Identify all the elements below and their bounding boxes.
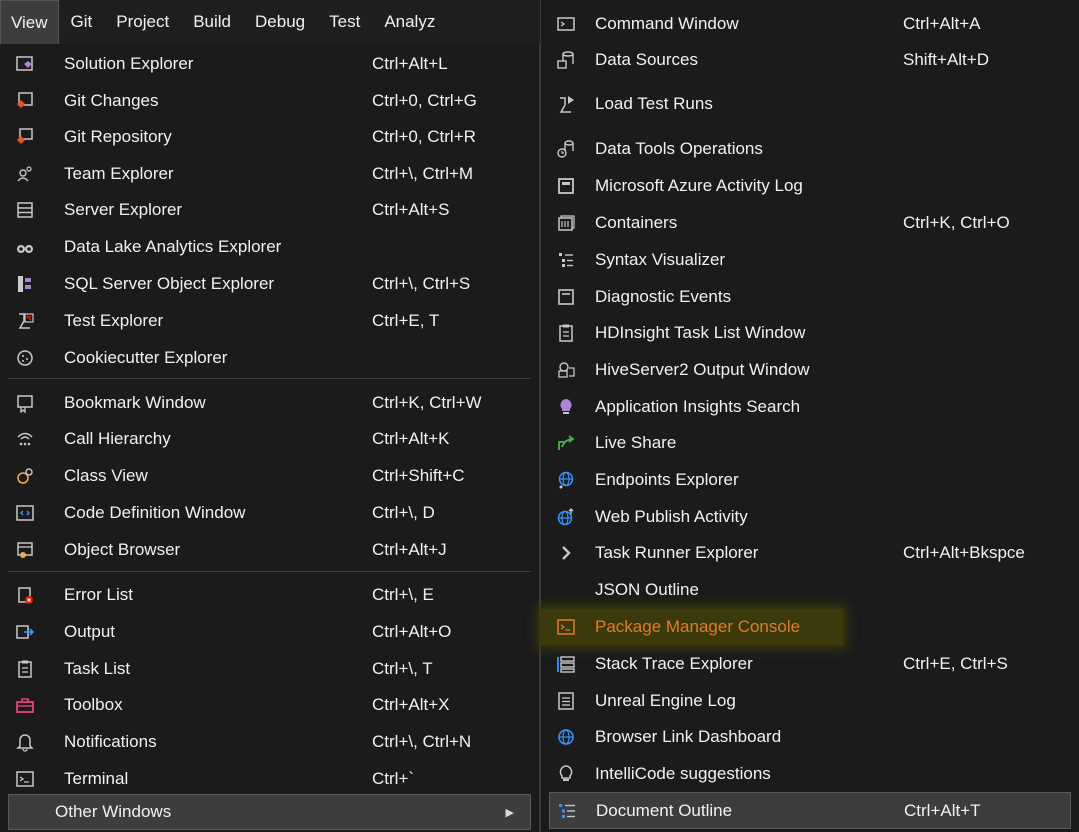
submenu-item-hiveserver2-output[interactable]: HiveServer2 Output Window <box>541 352 1079 388</box>
server-explorer-icon <box>14 199 36 221</box>
submenu-item-task-runner-explorer[interactable]: Task Runner Explorer Ctrl+Alt+Bkspce <box>541 535 1079 571</box>
separator <box>8 571 531 572</box>
other-windows-submenu: Command Window Ctrl+Alt+A Data Sources S… <box>540 0 1079 832</box>
globe-icon <box>555 469 577 491</box>
menu-git[interactable]: Git <box>59 0 105 44</box>
hdinsight-icon <box>555 322 577 344</box>
menu-item-class-view[interactable]: Class View Ctrl+Shift+C <box>0 458 539 494</box>
submenu-item-syntax-visualizer[interactable]: Syntax Visualizer <box>541 242 1079 278</box>
separator <box>8 378 531 379</box>
submenu-item-application-insights-search[interactable]: Application Insights Search <box>541 389 1079 425</box>
submenu-item-data-sources[interactable]: Data Sources Shift+Alt+D <box>541 42 1079 78</box>
call-hierarchy-icon <box>14 428 36 450</box>
menu-item-test-explorer[interactable]: Test Explorer Ctrl+E, T <box>0 303 539 339</box>
submenu-item-load-test-runs[interactable]: Load Test Runs <box>541 86 1079 122</box>
chevron-right-icon <box>555 542 577 564</box>
menu-item-server-explorer[interactable]: Server Explorer Ctrl+Alt+S <box>0 192 539 228</box>
unreal-log-icon <box>555 690 577 712</box>
solution-explorer-icon <box>14 53 36 75</box>
submenu-item-endpoints-explorer[interactable]: Endpoints Explorer <box>541 462 1079 498</box>
menu-item-team-explorer[interactable]: Team Explorer Ctrl+\, Ctrl+M <box>0 156 539 192</box>
menu-item-error-list[interactable]: Error List Ctrl+\, E <box>0 577 539 613</box>
object-browser-icon <box>14 539 36 561</box>
menu-test[interactable]: Test <box>317 0 372 44</box>
submenu-item-live-share[interactable]: Live Share <box>541 425 1079 461</box>
menu-build[interactable]: Build <box>181 0 243 44</box>
submenu-item-command-window[interactable]: Command Window Ctrl+Alt+A <box>541 6 1079 42</box>
terminal-icon <box>14 768 36 790</box>
menu-item-git-repository[interactable]: Git Repository Ctrl+0, Ctrl+R <box>0 119 539 155</box>
activity-log-icon <box>555 175 577 197</box>
menu-item-bookmark-window[interactable]: Bookmark Window Ctrl+K, Ctrl+W <box>0 385 539 421</box>
menu-item-cookiecutter-explorer[interactable]: Cookiecutter Explorer <box>0 340 539 376</box>
package-console-icon <box>555 616 577 638</box>
menu-item-notifications[interactable]: Notifications Ctrl+\, Ctrl+N <box>0 724 539 760</box>
submenu-item-data-tools-operations[interactable]: Data Tools Operations <box>541 131 1079 167</box>
diagnostic-events-icon <box>555 286 577 308</box>
menu-item-code-definition-window[interactable]: Code Definition Window Ctrl+\, D <box>0 495 539 531</box>
submenu-item-azure-activity-log[interactable]: Microsoft Azure Activity Log <box>541 168 1079 204</box>
toolbox-icon <box>14 694 36 716</box>
command-window-icon <box>555 13 577 35</box>
syntax-visualizer-icon <box>555 249 577 271</box>
menu-item-toolbox[interactable]: Toolbox Ctrl+Alt+X <box>0 687 539 723</box>
submenu-arrow-icon: ▶ <box>505 806 514 819</box>
menu-item-task-list[interactable]: Task List Ctrl+\, T <box>0 651 539 687</box>
git-repository-icon <box>14 126 36 148</box>
error-list-icon <box>14 584 36 606</box>
class-view-icon <box>14 465 36 487</box>
intellicode-icon <box>555 763 577 785</box>
menu-bar: View Git Project Build Debug Test Analyz <box>0 0 540 44</box>
lightbulb-icon <box>555 396 577 418</box>
submenu-item-browser-link-dashboard[interactable]: Browser Link Dashboard <box>541 719 1079 755</box>
git-changes-icon <box>14 90 36 112</box>
submenu-item-containers[interactable]: Containers Ctrl+K, Ctrl+O <box>541 205 1079 241</box>
document-outline-icon <box>556 800 578 822</box>
submenu-item-diagnostic-events[interactable]: Diagnostic Events <box>541 279 1079 315</box>
containers-icon <box>555 212 577 234</box>
bell-icon <box>14 731 36 753</box>
task-list-icon <box>14 658 36 680</box>
web-publish-icon <box>555 506 577 528</box>
menu-item-output[interactable]: Output Ctrl+Alt+O <box>0 614 539 650</box>
submenu-item-json-outline[interactable]: JSON Outline <box>541 572 1079 608</box>
team-explorer-icon <box>14 163 36 185</box>
menu-project[interactable]: Project <box>104 0 181 44</box>
cookie-icon <box>14 347 36 369</box>
data-tools-icon <box>555 138 577 160</box>
bookmark-icon <box>14 392 36 414</box>
test-explorer-icon <box>14 310 36 332</box>
code-definition-icon <box>14 502 36 524</box>
submenu-item-hdinsight-task-list[interactable]: HDInsight Task List Window <box>541 315 1079 351</box>
load-test-icon <box>555 93 577 115</box>
submenu-item-stack-trace-explorer[interactable]: Stack Trace Explorer Ctrl+E, Ctrl+S <box>541 646 1079 682</box>
menu-item-other-windows[interactable]: Other Windows ▶ <box>8 794 531 830</box>
menu-view[interactable]: View <box>0 0 59 44</box>
menu-analyze[interactable]: Analyz <box>372 0 447 44</box>
menu-item-sql-server-object-explorer[interactable]: SQL Server Object Explorer Ctrl+\, Ctrl+… <box>0 266 539 302</box>
menu-item-git-changes[interactable]: Git Changes Ctrl+0, Ctrl+G <box>0 83 539 119</box>
submenu-item-intellicode-suggestions[interactable]: IntelliCode suggestions <box>541 756 1079 792</box>
stack-trace-icon <box>555 653 577 675</box>
submenu-item-unreal-engine-log[interactable]: Unreal Engine Log <box>541 683 1079 719</box>
submenu-item-document-outline[interactable]: Document Outline Ctrl+Alt+T <box>549 792 1071 829</box>
data-sources-icon <box>555 49 577 71</box>
menu-item-data-lake-analytics-explorer[interactable]: Data Lake Analytics Explorer <box>0 229 539 265</box>
view-menu: Solution Explorer Ctrl+Alt+L Git Changes… <box>0 44 540 832</box>
menu-item-terminal[interactable]: Terminal Ctrl+` <box>0 761 539 797</box>
submenu-item-web-publish-activity[interactable]: Web Publish Activity <box>541 499 1079 535</box>
submenu-item-package-manager-console[interactable]: Package Manager Console <box>541 609 843 645</box>
menu-item-object-browser[interactable]: Object Browser Ctrl+Alt+J <box>0 532 539 568</box>
binoculars-icon <box>14 236 36 258</box>
menu-item-solution-explorer[interactable]: Solution Explorer Ctrl+Alt+L <box>0 46 539 82</box>
output-icon <box>14 621 36 643</box>
sql-server-icon <box>14 273 36 295</box>
browser-link-icon <box>555 726 577 748</box>
menu-item-call-hierarchy[interactable]: Call Hierarchy Ctrl+Alt+K <box>0 421 539 457</box>
live-share-icon <box>555 432 577 454</box>
menu-debug[interactable]: Debug <box>243 0 317 44</box>
hiveserver-icon <box>555 359 577 381</box>
